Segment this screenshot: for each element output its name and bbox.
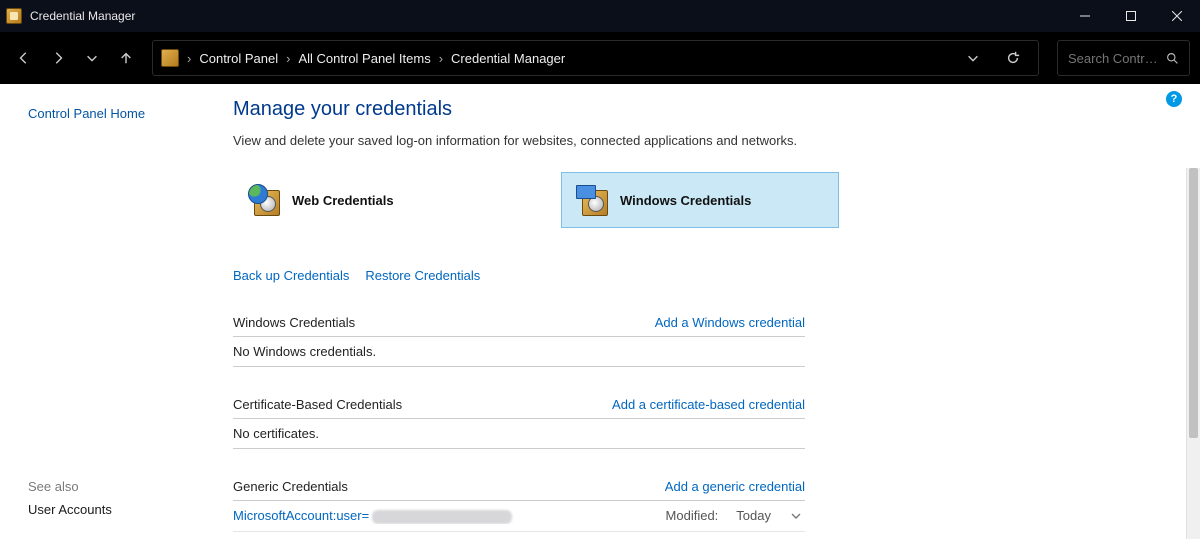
tile-windows-credentials[interactable]: Windows Credentials bbox=[561, 172, 839, 228]
modified-label: Modified: bbox=[666, 508, 719, 523]
search-icon bbox=[1166, 52, 1179, 65]
tile-label: Windows Credentials bbox=[620, 193, 751, 208]
search-input[interactable] bbox=[1068, 51, 1158, 66]
main-panel: Manage your credentials View and delete … bbox=[225, 84, 1200, 539]
section-cert-head: Certificate-Based Credentials Add a cert… bbox=[233, 391, 805, 419]
section-cert-body: No certificates. bbox=[233, 419, 805, 449]
modified-value: Today bbox=[736, 508, 771, 523]
generic-credential-row[interactable]: MicrosoftAccount:user= Modified: Today bbox=[233, 501, 805, 532]
section-title: Certificate-Based Credentials bbox=[233, 397, 402, 412]
refresh-button[interactable] bbox=[996, 41, 1030, 75]
close-button[interactable] bbox=[1154, 0, 1200, 32]
chevron-down-icon[interactable] bbox=[787, 510, 805, 522]
page-heading: Manage your credentials bbox=[233, 98, 1160, 121]
minimize-button[interactable] bbox=[1062, 0, 1108, 32]
tile-label: Web Credentials bbox=[292, 193, 394, 208]
add-generic-credential-link[interactable]: Add a generic credential bbox=[665, 479, 805, 494]
redacted-text bbox=[372, 510, 512, 524]
chevron-right-icon: › bbox=[286, 51, 290, 66]
up-button[interactable] bbox=[112, 44, 140, 72]
tile-web-credentials[interactable]: Web Credentials bbox=[233, 172, 511, 228]
vertical-scrollbar[interactable] bbox=[1186, 168, 1200, 539]
section-title: Generic Credentials bbox=[233, 479, 348, 494]
section-generic-head: Generic Credentials Add a generic creden… bbox=[233, 473, 805, 501]
sidebar: Control Panel Home See also User Account… bbox=[0, 84, 225, 539]
window-title: Credential Manager bbox=[30, 9, 135, 23]
titlebar: Credential Manager bbox=[0, 0, 1200, 32]
navbar: › Control Panel › All Control Panel Item… bbox=[0, 32, 1200, 84]
recent-dropdown[interactable] bbox=[78, 44, 106, 72]
chevron-right-icon: › bbox=[439, 51, 443, 66]
maximize-button[interactable] bbox=[1108, 0, 1154, 32]
see-also-label: See also bbox=[28, 479, 213, 494]
breadcrumb-dropdown[interactable] bbox=[956, 41, 990, 75]
credential-name: MicrosoftAccount:user= bbox=[233, 508, 656, 524]
sidebar-user-accounts-link[interactable]: User Accounts bbox=[28, 502, 213, 517]
back-button[interactable] bbox=[10, 44, 38, 72]
section-windows-body: No Windows credentials. bbox=[233, 337, 805, 367]
web-credentials-icon bbox=[248, 184, 280, 216]
section-windows-head: Windows Credentials Add a Windows creden… bbox=[233, 309, 805, 337]
add-windows-credential-link[interactable]: Add a Windows credential bbox=[655, 315, 805, 330]
section-title: Windows Credentials bbox=[233, 315, 355, 330]
breadcrumb-item[interactable]: Credential Manager bbox=[451, 51, 565, 66]
restore-credentials-link[interactable]: Restore Credentials bbox=[365, 268, 480, 283]
add-certificate-credential-link[interactable]: Add a certificate-based credential bbox=[612, 397, 805, 412]
breadcrumb-icon bbox=[161, 49, 179, 67]
generic-credential-row[interactable]: OneDrive Cached Credential Modified: 2/7… bbox=[233, 532, 805, 539]
breadcrumb-item[interactable]: Control Panel bbox=[199, 51, 278, 66]
backup-credentials-link[interactable]: Back up Credentials bbox=[233, 268, 349, 283]
breadcrumb[interactable]: › Control Panel › All Control Panel Item… bbox=[152, 40, 1039, 76]
chevron-right-icon: › bbox=[187, 51, 191, 66]
search-box[interactable] bbox=[1057, 40, 1190, 76]
sidebar-home-link[interactable]: Control Panel Home bbox=[28, 106, 213, 121]
windows-credentials-icon bbox=[576, 184, 608, 216]
app-icon bbox=[6, 8, 22, 24]
forward-button[interactable] bbox=[44, 44, 72, 72]
page-subtitle: View and delete your saved log-on inform… bbox=[233, 133, 1160, 148]
breadcrumb-item[interactable]: All Control Panel Items bbox=[298, 51, 430, 66]
scrollbar-thumb[interactable] bbox=[1189, 168, 1198, 438]
